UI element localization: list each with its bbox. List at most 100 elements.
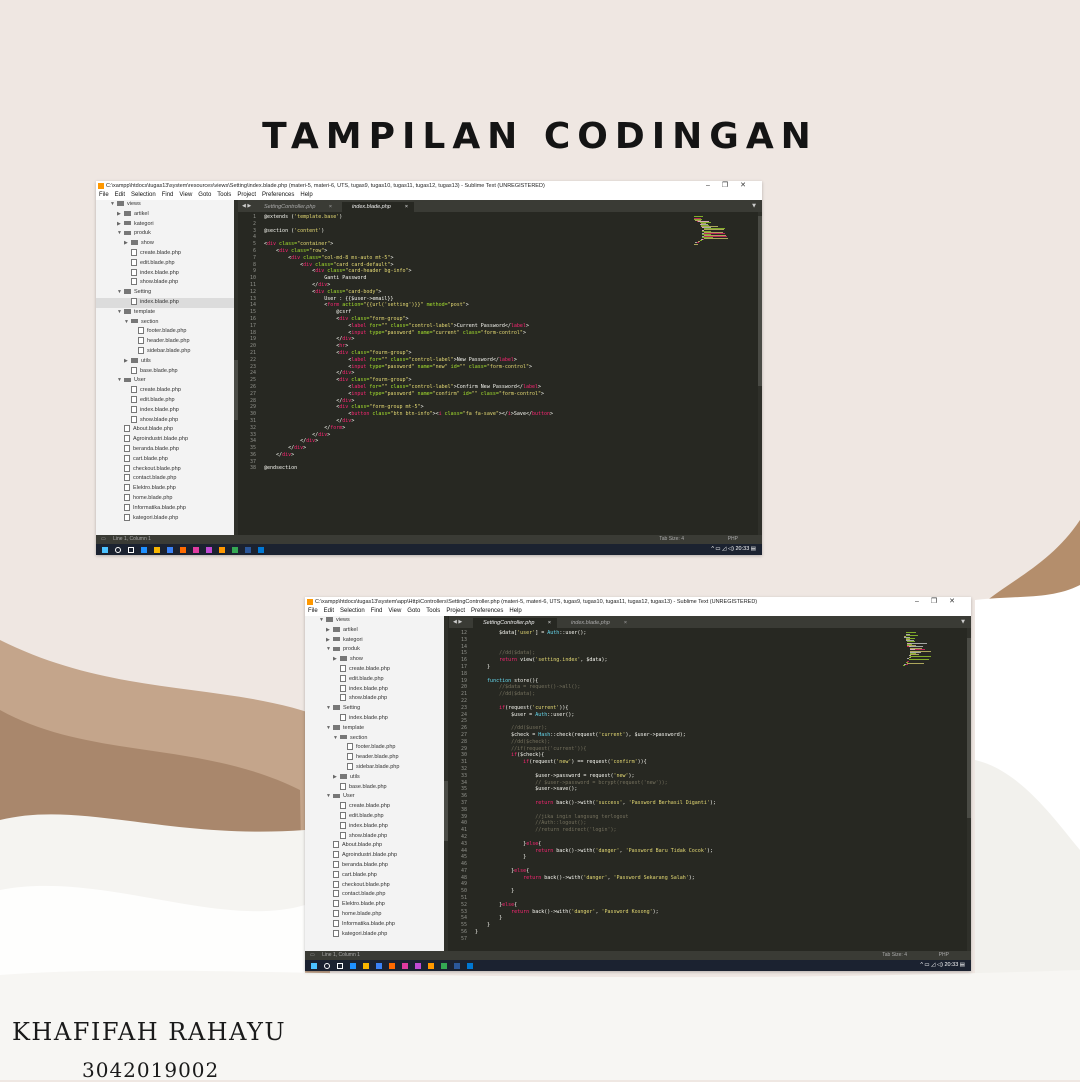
tree-item[interactable]: ▼ Setting xyxy=(96,288,234,298)
tree-item[interactable]: checkout.blade.php xyxy=(305,880,444,891)
chevron-down-icon[interactable]: ▼ xyxy=(117,376,124,386)
close-icon[interactable]: × xyxy=(548,618,551,628)
tree-item[interactable]: home.blade.php xyxy=(305,909,444,920)
status-tab-size[interactable]: Tab Size: 4 xyxy=(882,951,907,960)
minimap[interactable] xyxy=(903,632,945,666)
chevron-right-icon[interactable]: ▶ xyxy=(117,220,124,230)
tree-item[interactable]: footer.blade.php xyxy=(305,743,444,753)
menu-item-tools[interactable]: Tools xyxy=(426,608,440,614)
tree-item[interactable]: Informatika.blade.php xyxy=(305,919,444,930)
tree-item[interactable]: Elektro.blade.php xyxy=(305,900,444,910)
chevron-right-icon[interactable]: ▶ xyxy=(326,626,333,636)
tree-item[interactable]: ▼ views xyxy=(305,616,444,626)
menu-item-selection[interactable]: Selection xyxy=(340,608,365,614)
tree-item[interactable]: ▶ show xyxy=(305,655,444,665)
chevron-down-icon[interactable]: ▼ xyxy=(326,704,333,714)
menu-item-tools[interactable]: Tools xyxy=(217,192,231,198)
code-content[interactable]: $data['user'] = Auth::user(); //dd($data… xyxy=(475,630,716,943)
tree-item[interactable]: ▶ show xyxy=(96,239,234,249)
sidebar-scrollbar[interactable] xyxy=(444,616,448,951)
tree-item[interactable]: cart.blade.php xyxy=(96,454,234,465)
menu-item-help[interactable]: Help xyxy=(509,608,521,614)
tree-item[interactable]: create.blade.php xyxy=(96,386,234,396)
chevron-down-icon[interactable]: ▼ xyxy=(117,229,124,239)
status-tab-size[interactable]: Tab Size: 4 xyxy=(659,535,684,544)
chevron-down-icon[interactable]: ▼ xyxy=(326,792,333,802)
tree-item[interactable]: show.blade.php xyxy=(305,831,444,842)
minimap[interactable] xyxy=(694,216,736,250)
tree-item[interactable]: create.blade.php xyxy=(305,802,444,812)
code-editor[interactable]: 12 13 14 15 16 17 18 19 20 21 22 23 24 25 26 27 28 29 30 31… xyxy=(449,628,971,951)
search-icon[interactable] xyxy=(115,546,121,553)
tree-item[interactable]: header.blade.php xyxy=(305,753,444,763)
taskbar-app-icon[interactable] xyxy=(219,546,225,553)
chevron-down-icon[interactable]: ▼ xyxy=(110,200,117,210)
menu-item-file[interactable]: File xyxy=(308,608,318,614)
tree-item[interactable]: About.blade.php xyxy=(305,841,444,851)
tab-index-blade-php[interactable]: index.blade.php × xyxy=(561,618,633,628)
tree-item[interactable]: footer.blade.php xyxy=(96,327,234,337)
taskbar-clock[interactable]: 20:33 xyxy=(945,962,959,968)
taskbar-app-icon[interactable] xyxy=(428,962,434,969)
close-icon[interactable]: × xyxy=(329,202,332,212)
tree-item[interactable]: kategori.blade.php xyxy=(305,929,444,940)
tree-item[interactable]: ▼ Setting xyxy=(305,704,444,714)
chevron-right-icon[interactable]: ▶ xyxy=(117,210,124,220)
tree-item[interactable]: create.blade.php xyxy=(96,249,234,259)
chevron-right-icon[interactable]: ▶ xyxy=(124,357,131,367)
taskbar-app-icon[interactable] xyxy=(180,546,186,553)
tab-overflow-icon[interactable]: ▼ xyxy=(961,616,965,628)
editor-scrollbar[interactable] xyxy=(758,212,762,535)
tree-item[interactable]: sidebar.blade.php xyxy=(96,347,234,357)
tree-item[interactable]: ▼ User xyxy=(305,792,444,802)
windows-start-icon[interactable] xyxy=(102,546,108,553)
tree-item[interactable]: index.blade.php xyxy=(305,684,444,695)
tree-item[interactable]: ▼ template xyxy=(96,308,234,318)
tree-item[interactable]: ▶ utils xyxy=(96,357,234,367)
tab-index-blade-php[interactable]: index.blade.php × xyxy=(342,202,414,212)
menu-item-project[interactable]: Project xyxy=(237,192,256,198)
taskbar-app-icon[interactable] xyxy=(337,962,343,969)
sidebar-file-tree[interactable]: ▼ views ▶ artikel ▶ kategori ▼ produk ▶ show creat… xyxy=(96,200,234,535)
tree-item[interactable]: index.blade.php xyxy=(305,714,444,724)
tree-item[interactable]: ▼ section xyxy=(96,318,234,328)
taskbar-clock[interactable]: 20:33 xyxy=(736,546,750,552)
tray-icons[interactable]: ^ ▭ ◿ ◁) xyxy=(920,962,944,968)
tree-item[interactable]: ▼ template xyxy=(305,724,444,734)
tab-overflow-icon[interactable]: ▼ xyxy=(752,200,756,212)
tree-item[interactable]: ▶ artikel xyxy=(96,210,234,220)
close-icon[interactable]: × xyxy=(624,618,627,628)
taskbar-app-icon[interactable] xyxy=(206,546,212,553)
menu-item-selection[interactable]: Selection xyxy=(131,192,156,198)
taskbar-app-icon[interactable] xyxy=(193,546,199,553)
chevron-down-icon[interactable]: ▼ xyxy=(326,724,333,734)
tree-item[interactable]: edit.blade.php xyxy=(305,811,444,822)
system-tray[interactable]: ^ ▭ ◿ ◁) 20:33 ▤ xyxy=(711,544,756,555)
chevron-right-icon[interactable]: ▶ xyxy=(333,773,340,783)
tree-item[interactable]: edit.blade.php xyxy=(305,674,444,685)
tree-item[interactable]: edit.blade.php xyxy=(96,258,234,269)
menu-item-file[interactable]: File xyxy=(99,192,109,198)
search-icon[interactable] xyxy=(324,962,330,969)
tree-item[interactable]: create.blade.php xyxy=(305,665,444,675)
menu-item-view[interactable]: View xyxy=(179,192,192,198)
chevron-down-icon[interactable]: ▼ xyxy=(326,645,333,655)
system-tray[interactable]: ^ ▭ ◿ ◁) 20:33 ▤ xyxy=(920,960,965,971)
taskbar-app-icon[interactable] xyxy=(245,546,251,553)
tree-item[interactable]: sidebar.blade.php xyxy=(305,763,444,773)
taskbar-app-icon[interactable] xyxy=(389,962,395,969)
menu-item-edit[interactable]: Edit xyxy=(324,608,334,614)
tab-settingcontroller-php[interactable]: SettingController.php × xyxy=(254,202,338,212)
tree-item[interactable]: ▼ produk xyxy=(305,645,444,655)
menu-item-find[interactable]: Find xyxy=(162,192,174,198)
tree-item[interactable]: cart.blade.php xyxy=(305,870,444,881)
chevron-down-icon[interactable]: ▼ xyxy=(117,308,124,318)
tab-nav-arrows[interactable]: ◀ ▶ xyxy=(242,200,251,212)
code-content[interactable]: @extends ('template.base') @section ('co… xyxy=(264,214,553,472)
taskbar-app-icon[interactable] xyxy=(441,962,447,969)
tree-item[interactable]: contact.blade.php xyxy=(96,474,234,484)
status-monitor-icon[interactable]: ▭ xyxy=(310,952,315,958)
status-monitor-icon[interactable]: ▭ xyxy=(101,536,106,542)
taskbar-app-icon[interactable] xyxy=(232,546,238,553)
tree-item[interactable]: edit.blade.php xyxy=(96,395,234,406)
